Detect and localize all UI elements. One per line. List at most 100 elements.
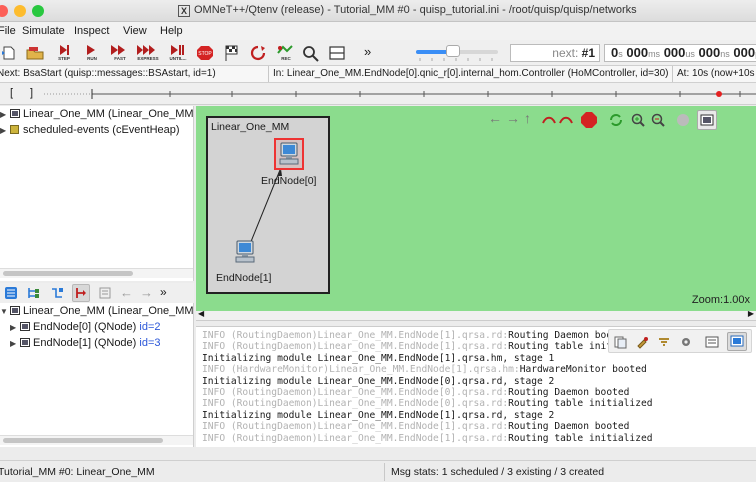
forward-arrow-icon[interactable]: → bbox=[140, 285, 153, 300]
stop-button[interactable]: STOP bbox=[194, 43, 216, 63]
expand-arrow-icon[interactable]: ▶ bbox=[0, 110, 10, 119]
scrollbar-thumb[interactable] bbox=[3, 438, 163, 443]
log-line: INFO (RoutingDaemon)Linear_One_MM.EndNod… bbox=[202, 341, 618, 352]
speed-slider[interactable] bbox=[416, 45, 498, 57]
run-caption: RUN bbox=[87, 56, 97, 61]
endnode-1-node[interactable] bbox=[232, 238, 262, 270]
step-icon bbox=[60, 45, 69, 55]
fast-run-button[interactable]: FAST bbox=[108, 43, 130, 63]
log-line-prefix: INFO (RoutingDaemon)Linear_One_MM.EndNod… bbox=[202, 330, 509, 341]
module-view-button[interactable] bbox=[697, 110, 717, 130]
menu-inspect[interactable]: Inspect bbox=[74, 25, 109, 37]
network-links bbox=[249, 169, 282, 245]
log-line-text: Routing table initialized bbox=[508, 398, 653, 410]
stop-animation-icon[interactable] bbox=[580, 111, 598, 129]
show-labels-icon[interactable] bbox=[676, 113, 690, 127]
object-tree-panel: ▶ Linear_One_MM (Linear_One_MM ▶ scheduled… bbox=[0, 106, 194, 281]
next-event-info: Next: BsaStart (quisp::messages::BSAstar… bbox=[0, 68, 216, 79]
status-bar: Tutorial_MM #0: Linear_One_MM Msg stats:… bbox=[0, 460, 756, 482]
scroll-left-icon[interactable]: ◀ bbox=[198, 309, 204, 318]
step-caption: STEP bbox=[58, 56, 70, 61]
computer-icon bbox=[279, 142, 299, 165]
back-arrow-icon[interactable]: ← bbox=[488, 110, 502, 126]
module-tree-hscrollbar[interactable] bbox=[0, 435, 193, 445]
run-icon bbox=[87, 45, 95, 55]
children-view-icon[interactable] bbox=[26, 286, 40, 300]
speed-slider-knob[interactable] bbox=[445, 45, 460, 57]
scroll-right-icon[interactable]: ▶ bbox=[748, 309, 754, 318]
scrollbar-thumb[interactable] bbox=[3, 271, 133, 276]
until-caption: UNTIL... bbox=[169, 56, 187, 61]
zoom-window-button[interactable] bbox=[32, 5, 44, 17]
list-view-icon[interactable] bbox=[98, 286, 112, 300]
network-canvas[interactable]: Linear_One_MM EndNode[0] EndNode[1] ← → … bbox=[196, 106, 756, 311]
next-event-field: next: #1 bbox=[510, 44, 600, 62]
new-run-button[interactable] bbox=[0, 43, 20, 63]
speed-slider-ticks bbox=[419, 58, 493, 61]
record-button[interactable]: REC bbox=[274, 43, 296, 63]
rebuild-network-button[interactable] bbox=[247, 43, 269, 63]
object-tree-hscrollbar[interactable] bbox=[0, 268, 193, 278]
load-ned-button[interactable] bbox=[24, 43, 46, 63]
expand-arrow-icon[interactable]: ▶ bbox=[10, 323, 20, 332]
close-window-button[interactable] bbox=[0, 5, 8, 17]
copy-icon[interactable] bbox=[613, 335, 627, 349]
menu-view[interactable]: View bbox=[123, 25, 147, 37]
message-stats: Msg stats: 1 scheduled / 3 existing / 3 … bbox=[391, 466, 605, 478]
canvas-hscrollbar[interactable]: ◀ ▶ bbox=[196, 309, 756, 321]
log-line-text: Initializing module Linear_One_MM.EndNod… bbox=[202, 352, 555, 364]
up-arrow-icon[interactable]: ↑ bbox=[524, 110, 531, 126]
messages-view-icon[interactable] bbox=[705, 335, 719, 349]
endnode-0-label: EndNode[0] bbox=[261, 175, 317, 187]
express-run-icon bbox=[137, 45, 155, 55]
animation-speed-icon[interactable] bbox=[542, 113, 576, 127]
filter-icon[interactable] bbox=[657, 335, 671, 349]
log-line-prefix: INFO (RoutingDaemon)Linear_One_MM.EndNod… bbox=[202, 432, 509, 444]
expand-arrow-icon[interactable]: ▶ bbox=[10, 339, 20, 348]
zoom-in-icon[interactable] bbox=[630, 112, 646, 128]
expand-arrow-icon[interactable]: ▶ bbox=[0, 126, 10, 135]
network-tree-icon[interactable] bbox=[4, 286, 18, 300]
log-line-text: Routing Daemon booted bbox=[508, 387, 630, 398]
step-button[interactable]: STEP bbox=[52, 43, 74, 63]
simulation-toolbar: STEP RUN FAST EXPRESS UNTIL... STOP REC … bbox=[0, 40, 756, 66]
rebuild-icon bbox=[250, 45, 266, 61]
menu-file[interactable]: File bbox=[0, 25, 16, 37]
collapse-arrow-icon[interactable]: ▼ bbox=[0, 307, 10, 316]
forward-arrow-icon[interactable]: → bbox=[506, 110, 520, 126]
minimize-window-button[interactable] bbox=[14, 5, 26, 17]
log-view-button[interactable] bbox=[727, 332, 747, 351]
find-button[interactable] bbox=[300, 43, 322, 63]
qtenv-logo-icon: X bbox=[178, 5, 190, 17]
log-line: INFO (RoutingDaemon)Linear_One_MM.EndNod… bbox=[202, 398, 653, 409]
inheritance-view-button[interactable] bbox=[72, 284, 90, 302]
log-line-text: Initializing module Linear_One_MM.EndNod… bbox=[202, 409, 555, 421]
tree-item-network[interactable]: ▶ Linear_One_MM (Linear_One_MM bbox=[0, 108, 194, 120]
find-icon[interactable] bbox=[635, 335, 649, 349]
run-until-button[interactable]: UNTIL... bbox=[166, 43, 188, 63]
relayout-icon[interactable] bbox=[608, 112, 624, 128]
zoom-out-icon[interactable] bbox=[650, 112, 666, 128]
settings-gear-icon[interactable] bbox=[679, 335, 693, 349]
log-viewer[interactable]: INFO (RoutingDaemon)Linear_One_MM.EndNod… bbox=[196, 326, 756, 447]
flat-view-icon[interactable] bbox=[50, 286, 64, 300]
layout-button[interactable] bbox=[326, 43, 348, 63]
express-run-button[interactable]: EXPRESS bbox=[136, 43, 159, 63]
conclude-button[interactable] bbox=[220, 43, 242, 63]
tree-item-endnode-0[interactable]: ▶ EndNode[0] (QNode) id=2 bbox=[10, 321, 161, 333]
menu-help[interactable]: Help bbox=[160, 25, 183, 37]
tree-item-endnode-1[interactable]: ▶ EndNode[1] (QNode) id=3 bbox=[10, 337, 161, 349]
log-line-prefix: INFO (RoutingDaemon)Linear_One_MM.EndNod… bbox=[202, 398, 509, 410]
endnode-0-node[interactable] bbox=[274, 138, 304, 170]
tree-item-scheduled-events[interactable]: ▶ scheduled-events (cEventHeap) bbox=[0, 124, 180, 136]
run-button[interactable]: RUN bbox=[80, 43, 102, 63]
toolbar-overflow-button[interactable]: » bbox=[364, 44, 386, 64]
time-nanoseconds: 000 bbox=[698, 45, 721, 60]
module-tree-overflow[interactable]: » bbox=[160, 285, 167, 299]
tree-item-root[interactable]: ▼ Linear_One_MM (Linear_One_MM bbox=[0, 305, 194, 317]
network-module-box: Linear_One_MM EndNode[0] EndNode[1] bbox=[206, 116, 330, 294]
computer-icon bbox=[235, 240, 255, 263]
menu-simulate[interactable]: Simulate bbox=[22, 25, 65, 37]
timeline[interactable]: [ ] bbox=[0, 83, 756, 105]
back-arrow-icon[interactable]: ← bbox=[120, 285, 133, 300]
